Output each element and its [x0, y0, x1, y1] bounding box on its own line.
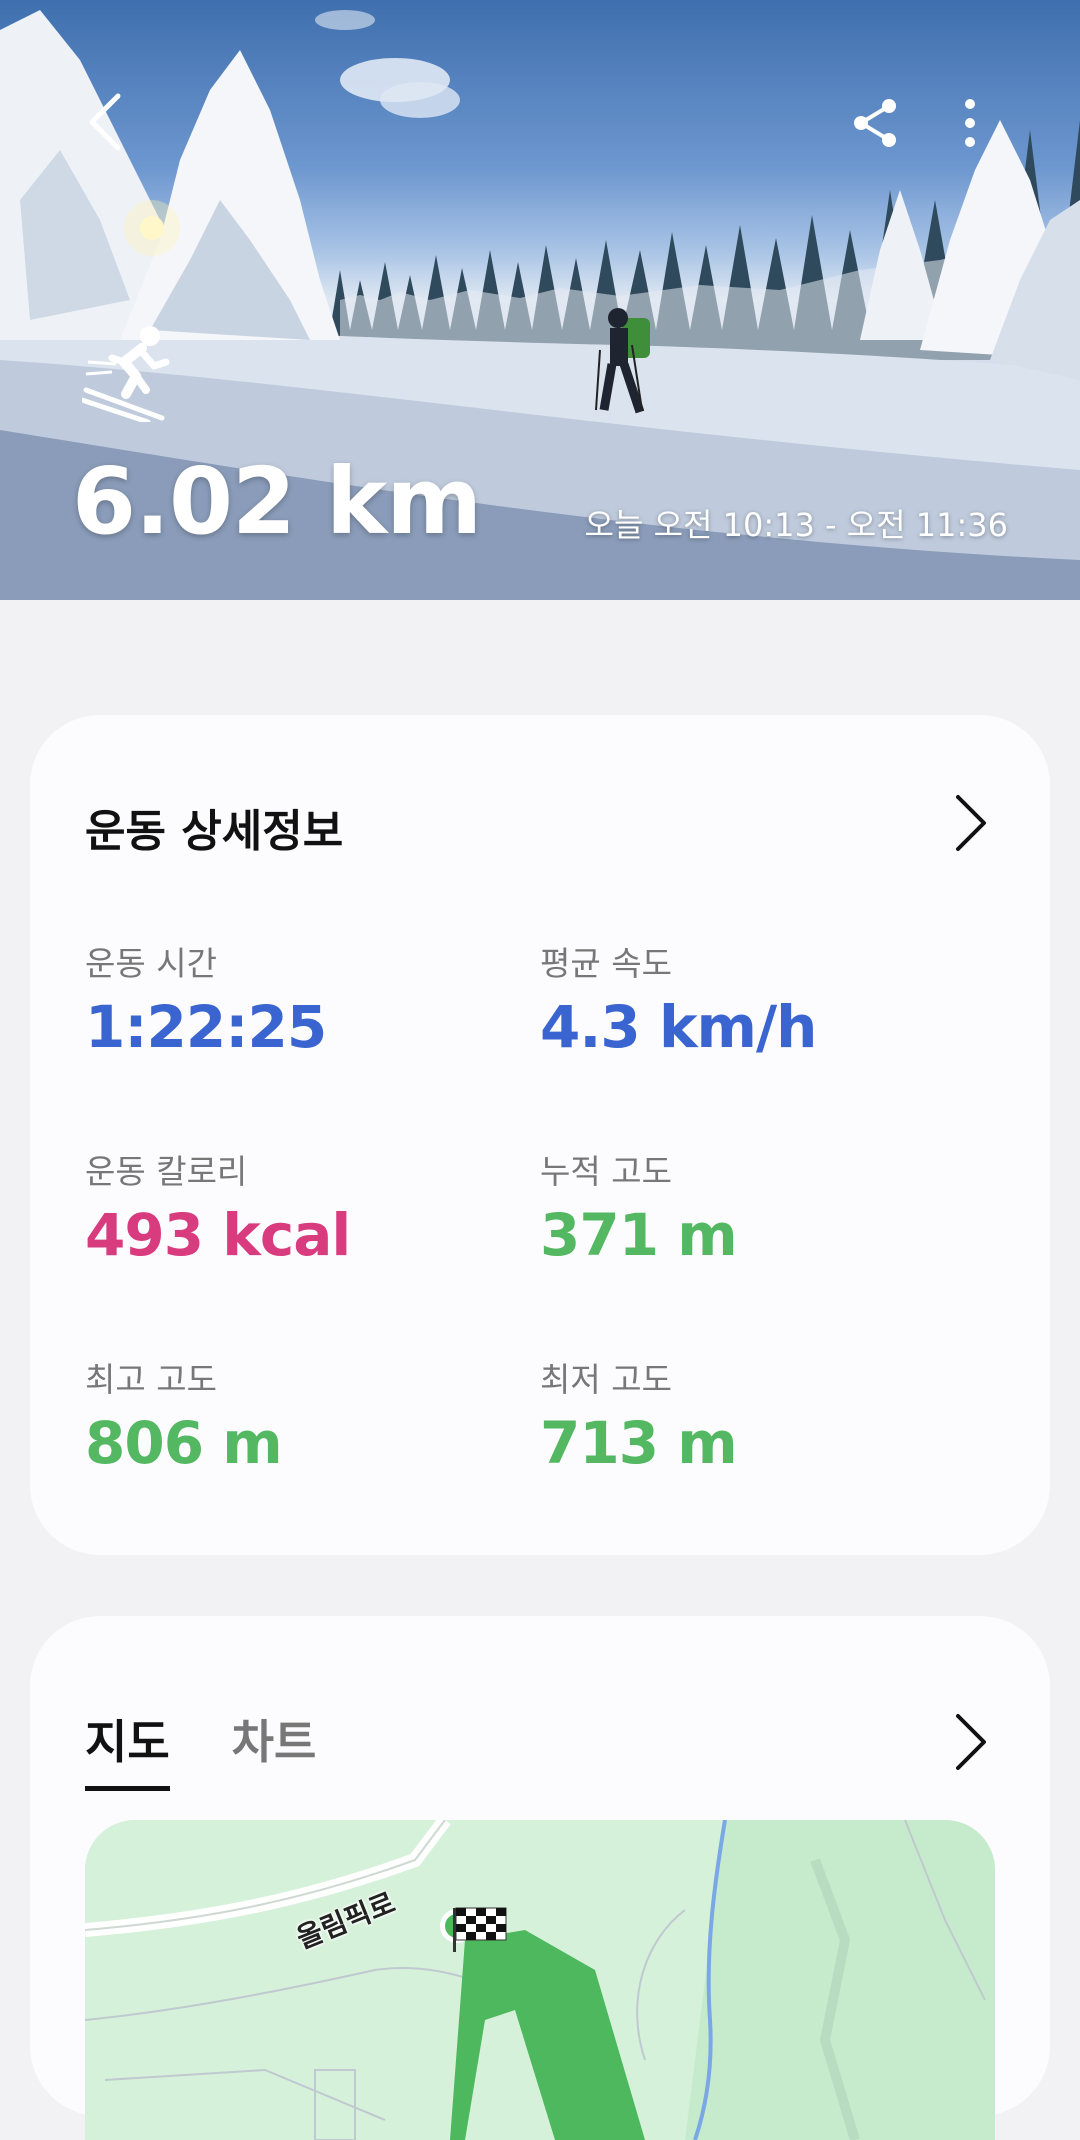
stat-value: 1:22:25: [85, 993, 327, 1061]
stat-label: 운동 칼로리: [85, 1152, 248, 1191]
more-options-button[interactable]: [945, 88, 995, 158]
stat-value: 4.3 km/h: [540, 993, 817, 1061]
stat-value: 713 m: [540, 1409, 738, 1477]
stat-elevation-gain: 누적 고도 371 m: [540, 1145, 738, 1269]
stat-label: 최고 고도: [85, 1360, 217, 1399]
workout-details-card[interactable]: 운동 상세정보 운동 시간 1:22:25 평균 속도 4.3 km/h 운동 …: [30, 715, 1050, 1555]
map-chart-card: 지도 차트 올림픽로: [30, 1616, 1050, 2140]
map-chart-tabs: 지도 차트: [85, 1706, 316, 1791]
hero-banner: 6.02 km 오늘 오전 10:13 - 오전 11:36: [0, 0, 1080, 600]
stat-min-altitude: 최저 고도 713 m: [540, 1353, 738, 1477]
share-button[interactable]: [840, 88, 910, 158]
route-map[interactable]: 올림픽로: [85, 1820, 995, 2140]
stat-label: 평균 속도: [540, 944, 672, 983]
stat-value: 371 m: [540, 1201, 738, 1269]
tab-chart[interactable]: 차트: [232, 1706, 317, 1791]
stat-max-altitude: 최고 고도 806 m: [85, 1353, 283, 1477]
tab-map[interactable]: 지도: [85, 1706, 170, 1791]
stat-label: 누적 고도: [540, 1152, 672, 1191]
stat-value: 806 m: [85, 1409, 283, 1477]
skiing-icon: [82, 326, 170, 422]
details-title: 운동 상세정보: [85, 806, 344, 857]
map-graphics: [85, 1820, 995, 2140]
stat-calories: 운동 칼로리 493 kcal: [85, 1145, 351, 1269]
stat-label: 운동 시간: [85, 944, 217, 983]
back-button[interactable]: [70, 80, 140, 164]
chevron-right-icon[interactable]: [950, 793, 990, 853]
back-icon: [89, 93, 121, 151]
chevron-right-icon[interactable]: [950, 1712, 990, 1772]
distance-value: 6.02 km: [72, 448, 482, 555]
stat-avg-speed: 평균 속도 4.3 km/h: [540, 937, 817, 1061]
workout-time-range: 오늘 오전 10:13 - 오전 11:36: [584, 506, 1008, 544]
stat-label: 최저 고도: [540, 1360, 672, 1399]
share-icon: [854, 99, 896, 147]
stat-value: 493 kcal: [85, 1201, 351, 1269]
more-vert-icon: [965, 99, 975, 147]
stat-duration: 운동 시간 1:22:25: [85, 937, 327, 1061]
finish-flag-icon: [453, 1907, 507, 1952]
